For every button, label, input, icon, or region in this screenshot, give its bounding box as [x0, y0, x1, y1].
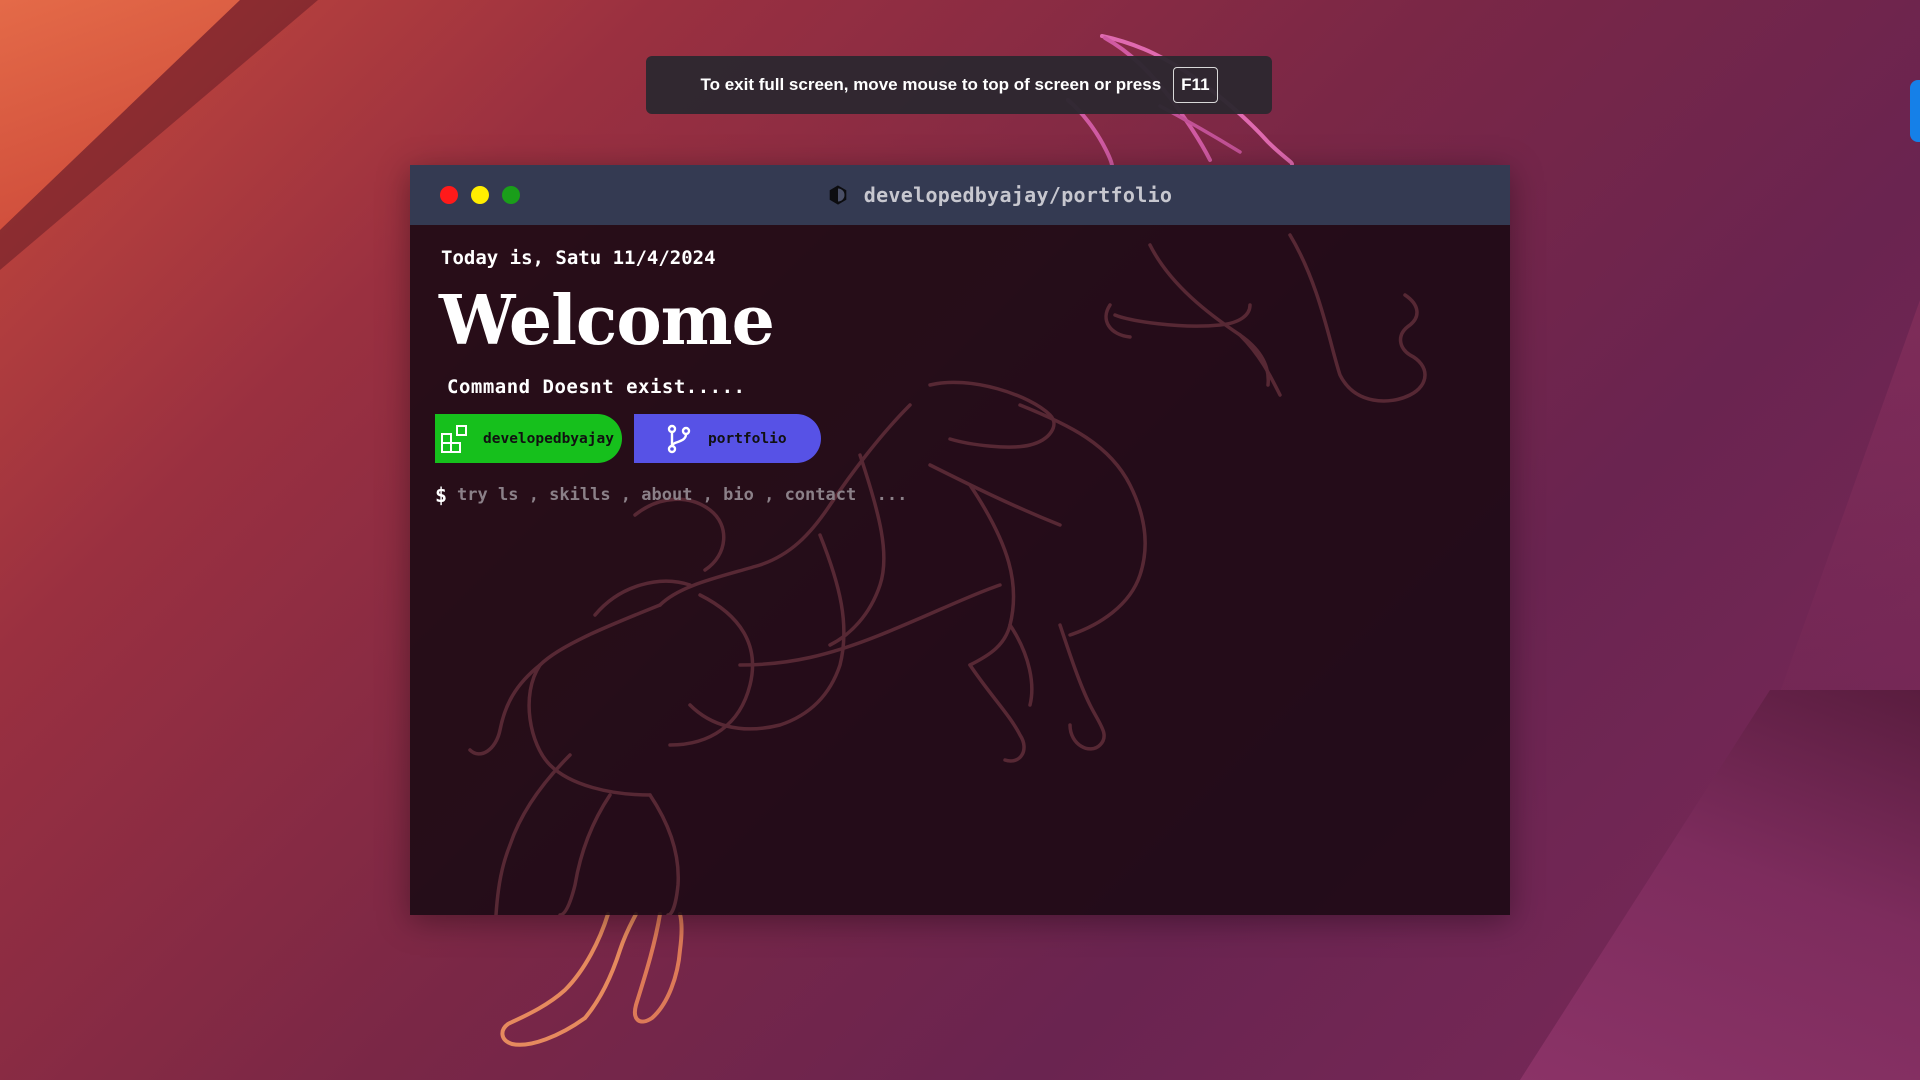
title-bar[interactable]: developedbyajay/portfolio: [410, 165, 1510, 225]
wallpaper-facet: [0, 0, 240, 230]
toast-message: To exit full screen, move mouse to top o…: [700, 75, 1162, 94]
command-error-message: Command Doesnt exist.....: [447, 376, 746, 398]
command-prompt-row: $: [435, 483, 1098, 507]
f11-key-hint: F11: [1173, 67, 1218, 103]
half-circle-icon: [829, 185, 847, 205]
wallpaper-facet: [0, 0, 318, 270]
window-title-group: developedbyajay/portfolio: [410, 165, 1510, 225]
prompt-symbol: $: [435, 483, 448, 507]
user-badge-label: developedbyajay: [483, 430, 614, 447]
terminal-body[interactable]: Today is, Satu 11/4/2024 Welcome Command…: [410, 225, 1510, 915]
desktop-background: To exit full screen, move mouse to top o…: [0, 0, 1920, 1080]
window-title: developedbyajay/portfolio: [863, 183, 1173, 207]
date-line: Today is, Satu 11/4/2024: [441, 247, 716, 269]
side-panel-tab[interactable]: [1910, 80, 1920, 142]
user-badge-button[interactable]: developedbyajay: [435, 414, 622, 463]
apps-grid-icon: [441, 424, 467, 453]
terminal-window: developedbyajay/portfolio Today is, Satu…: [410, 165, 1510, 915]
fullscreen-exit-toast: To exit full screen, move mouse to top o…: [646, 56, 1272, 114]
git-branch-icon: [667, 424, 691, 453]
wallpaper-facet: [1770, 300, 1920, 720]
repo-badge-label: portfolio: [708, 430, 787, 447]
wallpaper-facet: [1520, 690, 1920, 1080]
repo-badge-button[interactable]: portfolio: [634, 414, 821, 463]
command-input[interactable]: [457, 485, 1098, 505]
welcome-heading: Welcome: [439, 281, 775, 361]
badge-row: developedbyajay portfolio: [435, 414, 821, 463]
